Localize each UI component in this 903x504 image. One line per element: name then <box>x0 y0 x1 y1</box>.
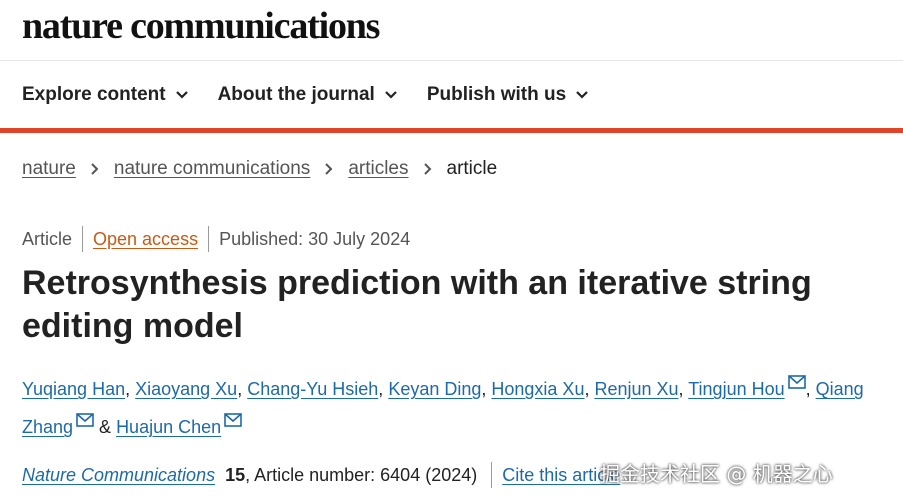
open-access-link[interactable]: Open access <box>93 229 198 250</box>
breadcrumb-nature-communications[interactable]: nature communications <box>114 158 310 180</box>
breadcrumb: nature nature communications articles ar… <box>22 158 497 180</box>
chevron-right-icon <box>91 163 99 175</box>
meta-divider <box>82 226 84 252</box>
nav-explore-content[interactable]: Explore content <box>22 84 190 106</box>
author-link[interactable]: Chang-Yu Hsieh <box>247 379 378 399</box>
mail-icon[interactable] <box>787 375 806 389</box>
author-separator: , <box>125 379 136 399</box>
article-meta: Article Open access Published: 30 July 2… <box>22 226 410 252</box>
nav-label: About the journal <box>217 84 375 105</box>
author-separator: , <box>378 379 389 399</box>
journal-link[interactable]: Nature Communications <box>22 465 215 486</box>
author-link[interactable]: Renjun Xu <box>594 379 678 399</box>
chevron-down-icon <box>576 91 588 99</box>
author-link[interactable]: Hongxia Xu <box>491 379 584 399</box>
chevron-down-icon <box>385 91 397 99</box>
citation-line: Nature Communications 15 , Article numbe… <box>22 462 620 488</box>
citation-divider <box>491 462 493 488</box>
watermark: 掘金技术社区 @ 机器之心 <box>600 462 833 486</box>
chevron-down-icon <box>175 91 188 99</box>
breadcrumb-current: article <box>446 158 498 179</box>
author-link[interactable]: Keyan Ding <box>388 379 481 399</box>
author-separator: , <box>678 379 689 399</box>
main-nav: Explore content About the journal Publis… <box>22 84 590 106</box>
chevron-right-icon <box>423 163 431 175</box>
author-link[interactable]: Huajun Chen <box>116 417 221 437</box>
author-link[interactable]: Tingjun Hou <box>688 379 784 399</box>
author-separator: , <box>237 379 248 399</box>
nav-label: Explore content <box>22 84 166 105</box>
breadcrumb-articles[interactable]: articles <box>348 158 408 180</box>
site-logo[interactable]: nature communications <box>22 4 380 48</box>
article-type: Article <box>22 228 73 249</box>
author-separator: , <box>584 379 595 399</box>
nav-about-journal[interactable]: About the journal <box>218 84 399 106</box>
meta-divider <box>208 226 210 252</box>
header-divider <box>0 60 903 61</box>
breadcrumb-nature[interactable]: nature <box>22 158 76 180</box>
author-separator: & <box>94 417 117 437</box>
author-separator: , <box>805 379 816 399</box>
chevron-right-icon <box>325 163 333 175</box>
author-link[interactable]: Yuqiang Han <box>22 379 125 399</box>
article-number: , Article number: 6404 (2024) <box>245 464 478 485</box>
nav-publish-with-us[interactable]: Publish with us <box>427 84 590 106</box>
mail-icon[interactable] <box>224 413 242 427</box>
nav-label: Publish with us <box>426 84 567 105</box>
author-link[interactable]: Xiaoyang Xu <box>135 379 237 399</box>
mail-icon[interactable] <box>76 413 94 427</box>
volume-number: 15 <box>225 464 246 485</box>
accent-bar <box>0 128 903 133</box>
author-list: Yuqiang Han, Xiaoyang Xu, Chang-Yu Hsieh… <box>22 370 902 446</box>
published-date: Published: 30 July 2024 <box>219 228 411 249</box>
article-title: Retrosynthesis prediction with an iterat… <box>22 264 812 345</box>
author-separator: , <box>481 379 492 399</box>
